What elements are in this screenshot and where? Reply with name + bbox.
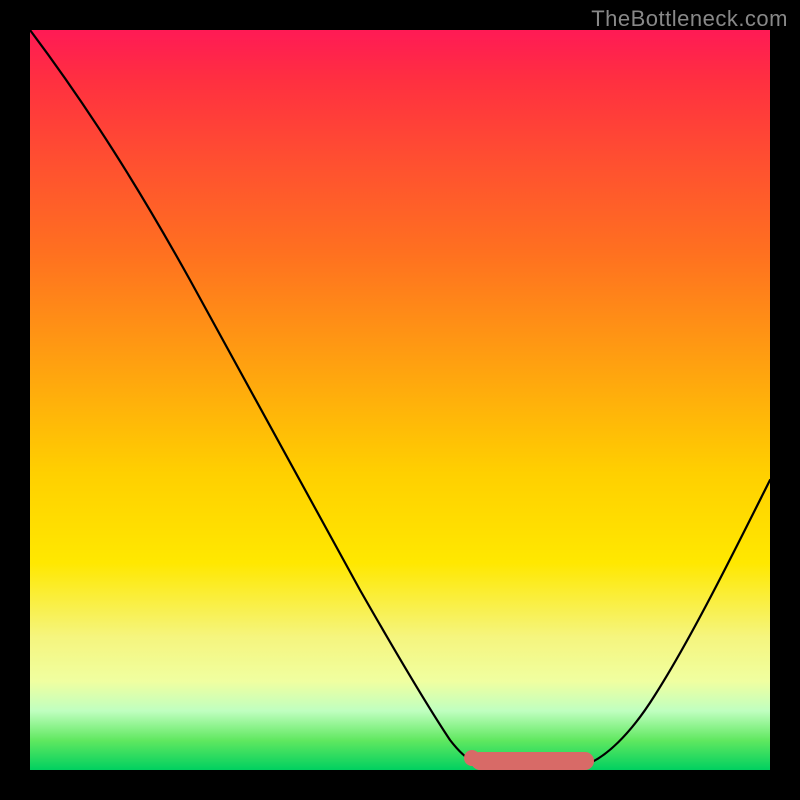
curve-left-limb bbox=[30, 30, 476, 763]
minimum-dot bbox=[464, 750, 480, 766]
chart-frame: TheBottleneck.com bbox=[0, 0, 800, 800]
watermark-label: TheBottleneck.com bbox=[591, 6, 788, 32]
curve-right-limb bbox=[585, 480, 770, 765]
curve-layer bbox=[30, 30, 770, 770]
plot-area bbox=[30, 30, 770, 770]
